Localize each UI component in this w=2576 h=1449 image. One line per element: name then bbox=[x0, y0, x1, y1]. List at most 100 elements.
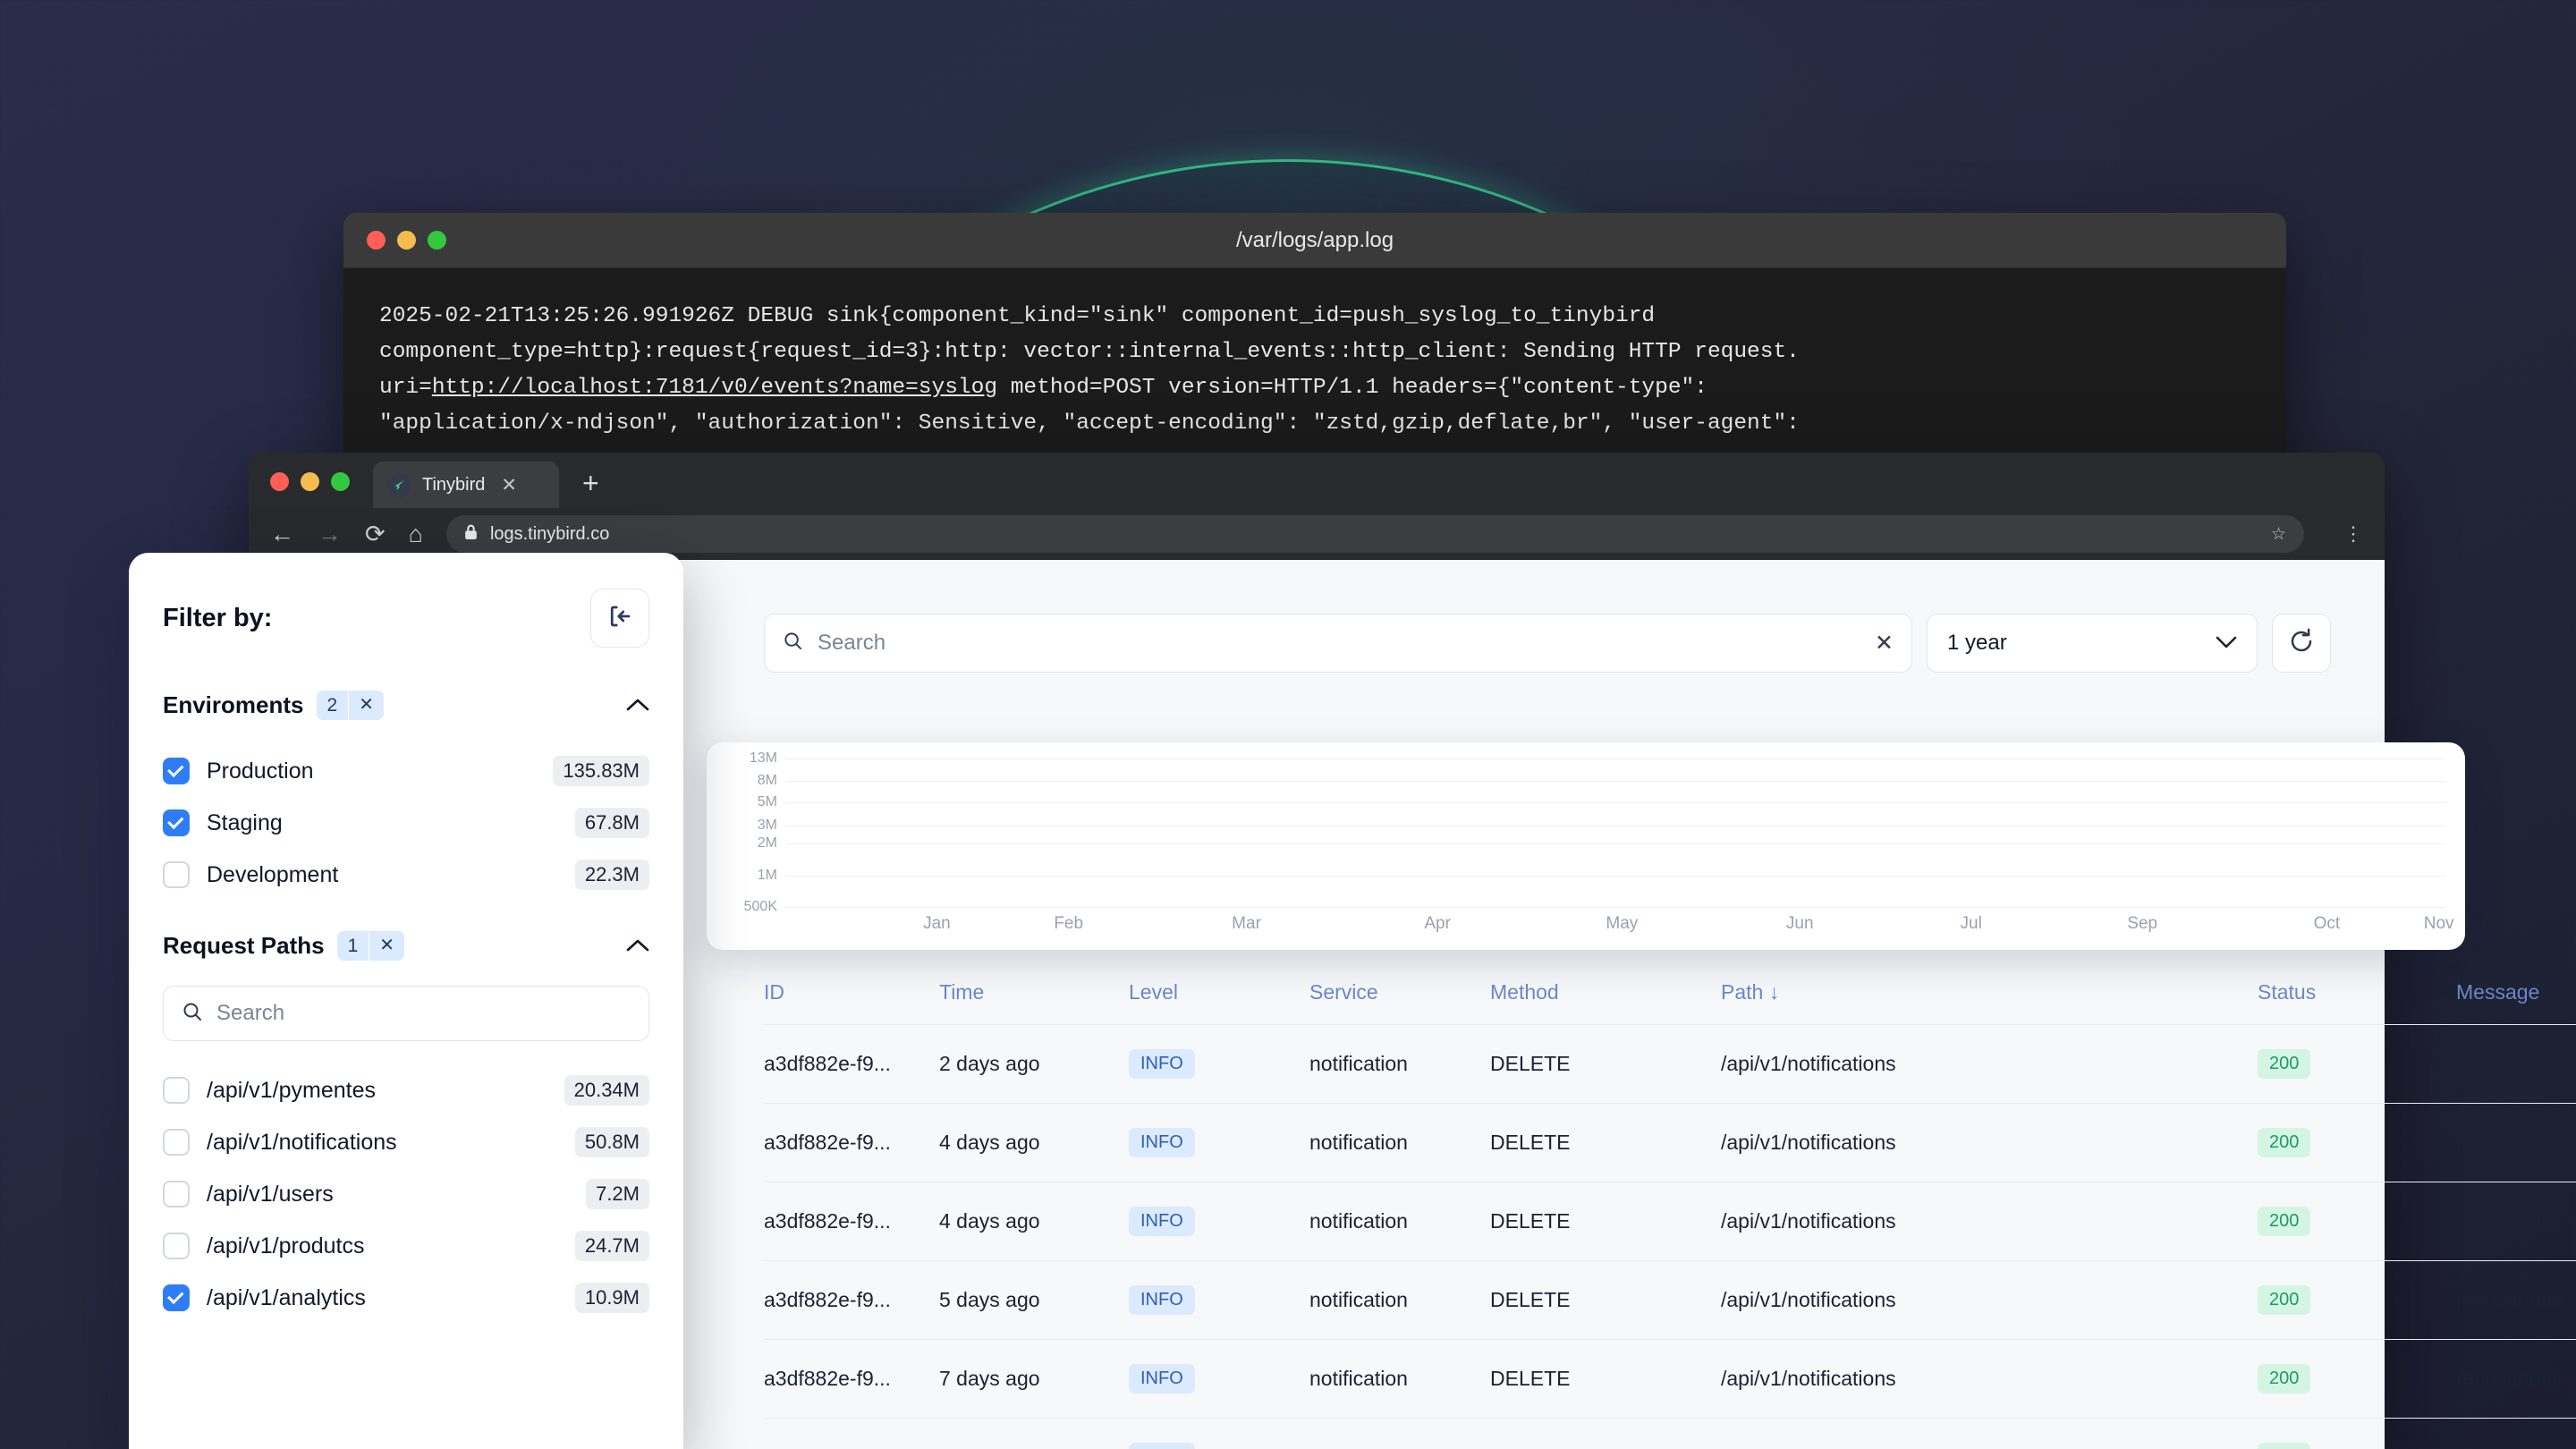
back-icon[interactable]: ← bbox=[270, 522, 294, 547]
section-header[interactable]: Request Paths1✕ bbox=[163, 931, 649, 961]
table-row[interactable]: a3df882e-f9...2 days agoINFOnotification… bbox=[764, 1024, 2576, 1103]
address-bar[interactable]: logs.tinybird.co ☆ bbox=[446, 515, 2304, 553]
column-header-level[interactable]: Level bbox=[1129, 980, 1309, 1004]
table-body: a3df882e-f9...2 days agoINFOnotification… bbox=[764, 1024, 2576, 1449]
column-header-time[interactable]: Time bbox=[939, 980, 1129, 1004]
filter-section-enviroments: Enviroments 2✕ Production135.83M Staging 67.… bbox=[163, 691, 649, 901]
filter-option[interactable]: /api/v1/pymentes20.34M bbox=[163, 1064, 649, 1116]
tab-tinybird[interactable]: Tinybird ✕ bbox=[373, 462, 559, 508]
level-badge: INFO bbox=[1129, 1049, 1195, 1079]
checkbox[interactable] bbox=[163, 758, 190, 784]
browser-traffic-lights[interactable] bbox=[270, 472, 350, 491]
x-axis-tick: Nov bbox=[2424, 914, 2454, 934]
option-count: 10.9M bbox=[575, 1283, 649, 1313]
filter-sidebar: Filter by: Enviroments2✕Production135.83… bbox=[129, 553, 683, 1449]
option-label: Staging bbox=[207, 810, 283, 836]
status-badge: 200 bbox=[2258, 1443, 2310, 1449]
table-row[interactable]: a3df882e-f9...4 days agoINFOnotification… bbox=[764, 1103, 2576, 1182]
y-axis-tick: 2M bbox=[758, 835, 777, 852]
filter-option[interactable]: Development22.3M bbox=[163, 849, 649, 901]
cell-time: 7 days ago bbox=[939, 1367, 1129, 1391]
column-header-path[interactable]: Path ↓ bbox=[1721, 980, 2258, 1004]
x-axis-tick: Oct bbox=[2314, 914, 2341, 934]
checkbox[interactable] bbox=[163, 1181, 190, 1208]
home-icon[interactable]: ⌂ bbox=[409, 522, 423, 547]
section-count-pill[interactable]: 2✕ bbox=[317, 691, 384, 720]
chevron-up-icon[interactable] bbox=[626, 934, 649, 958]
forward-icon[interactable]: → bbox=[318, 522, 342, 547]
chart-bars[interactable] bbox=[785, 758, 2445, 907]
log-uri-link[interactable]: http://localhost:7181/v0/events?name=sys… bbox=[432, 376, 997, 400]
maximize-icon[interactable] bbox=[331, 472, 350, 491]
section-header[interactable]: Enviroments 2✕ bbox=[163, 691, 649, 720]
cell-status: 200 bbox=[2258, 1207, 2456, 1236]
clear-section-icon[interactable]: ✕ bbox=[349, 691, 384, 720]
filter-option[interactable]: /api/v1/users7.2M bbox=[163, 1168, 649, 1220]
filter-option[interactable]: /api/v1/analytics10.9M bbox=[163, 1272, 649, 1324]
cell-id: a3df882e-f9... bbox=[764, 1209, 939, 1233]
cell-path: /api/v1/notifications bbox=[1721, 1131, 2258, 1155]
collapse-sidebar-button[interactable] bbox=[590, 589, 649, 648]
checkbox[interactable] bbox=[163, 1233, 190, 1259]
logs-main-content: Search ✕ 1 year 13M8M5M3M2M1M500K JanFeb… bbox=[707, 560, 2576, 1449]
x-axis-tick: Sep bbox=[2127, 914, 2157, 934]
level-badge: INFO bbox=[1129, 1364, 1195, 1394]
volume-chart-card: 13M8M5M3M2M1M500K JanFebMarAprMayJunJulS… bbox=[707, 742, 2465, 950]
x-axis-tick: Jul bbox=[1961, 914, 1982, 934]
lock-icon bbox=[464, 524, 478, 545]
filter-by-title: Filter by: bbox=[163, 604, 272, 633]
checkbox[interactable] bbox=[163, 809, 190, 836]
cell-service: notification bbox=[1309, 1288, 1490, 1312]
checkbox[interactable] bbox=[163, 1284, 190, 1311]
date-range-value: 1 year bbox=[1947, 631, 2007, 656]
date-range-select[interactable]: 1 year bbox=[1927, 614, 2258, 673]
section-title: Enviroments bbox=[163, 691, 304, 719]
table-row[interactable]: a3df882e-f9...2 days agoINFOnotification… bbox=[764, 1418, 2576, 1449]
option-count: 7.2M bbox=[586, 1179, 649, 1209]
selected-count: 2 bbox=[317, 691, 350, 720]
filter-option[interactable]: /api/v1/notifications50.8M bbox=[163, 1116, 649, 1168]
filter-option[interactable]: /api/v1/produtcs24.7M bbox=[163, 1220, 649, 1272]
filter-option[interactable]: Staging 67.8M bbox=[163, 797, 649, 849]
terminal-title: /var/logs/app.log bbox=[343, 228, 2286, 253]
clear-section-icon[interactable]: ✕ bbox=[369, 931, 404, 961]
cell-path: /api/v1/notifications bbox=[1721, 1288, 2258, 1312]
close-icon[interactable] bbox=[270, 472, 289, 491]
clear-search-icon[interactable]: ✕ bbox=[1875, 630, 1894, 657]
option-count: 67.8M bbox=[575, 808, 649, 838]
checkbox[interactable] bbox=[163, 861, 190, 888]
refresh-button[interactable] bbox=[2272, 614, 2331, 673]
tab-close-icon[interactable]: ✕ bbox=[501, 476, 517, 495]
cell-message: recusandae bbox=[2456, 1367, 2563, 1391]
column-header-service[interactable]: Service bbox=[1309, 980, 1490, 1004]
column-header-id[interactable]: ID bbox=[764, 980, 939, 1004]
column-header-message[interactable]: Message bbox=[2456, 980, 2539, 1004]
level-badge: INFO bbox=[1129, 1443, 1195, 1449]
column-header-method[interactable]: Method bbox=[1490, 980, 1721, 1004]
status-badge: 200 bbox=[2258, 1285, 2310, 1315]
y-axis-tick: 1M bbox=[758, 868, 777, 884]
reload-icon[interactable]: ⟳ bbox=[365, 522, 386, 547]
section-count-pill[interactable]: 1✕ bbox=[337, 931, 404, 961]
option-label: Production bbox=[207, 758, 314, 784]
column-header-status[interactable]: Status bbox=[2258, 980, 2456, 1004]
checkbox[interactable] bbox=[163, 1077, 190, 1104]
y-axis-tick: 5M bbox=[758, 794, 777, 810]
table-row[interactable]: a3df882e-f9...5 days agoINFOnotification… bbox=[764, 1260, 2576, 1339]
bookmark-star-icon[interactable]: ☆ bbox=[2271, 524, 2286, 545]
checkbox[interactable] bbox=[163, 1129, 190, 1156]
table-row[interactable]: a3df882e-f9...4 days agoINFOnotification… bbox=[764, 1182, 2576, 1260]
cell-service: notification bbox=[1309, 1367, 1490, 1391]
chevron-up-icon[interactable] bbox=[626, 693, 649, 717]
section-search-input[interactable]: Search bbox=[163, 986, 649, 1041]
cell-level: INFO bbox=[1129, 1364, 1309, 1394]
minimize-icon[interactable] bbox=[301, 472, 319, 491]
option-label: /api/v1/produtcs bbox=[207, 1233, 365, 1259]
cell-path: /api/v1/notifications bbox=[1721, 1052, 2258, 1076]
table-row[interactable]: a3df882e-f9...7 days agoINFOnotification… bbox=[764, 1339, 2576, 1418]
browser-menu-icon[interactable]: ⋮ bbox=[2343, 522, 2363, 546]
search-input[interactable]: Search ✕ bbox=[764, 614, 1912, 673]
filter-option[interactable]: Production135.83M bbox=[163, 745, 649, 797]
cell-status: 200 bbox=[2258, 1364, 2456, 1394]
new-tab-button[interactable]: + bbox=[582, 469, 599, 497]
